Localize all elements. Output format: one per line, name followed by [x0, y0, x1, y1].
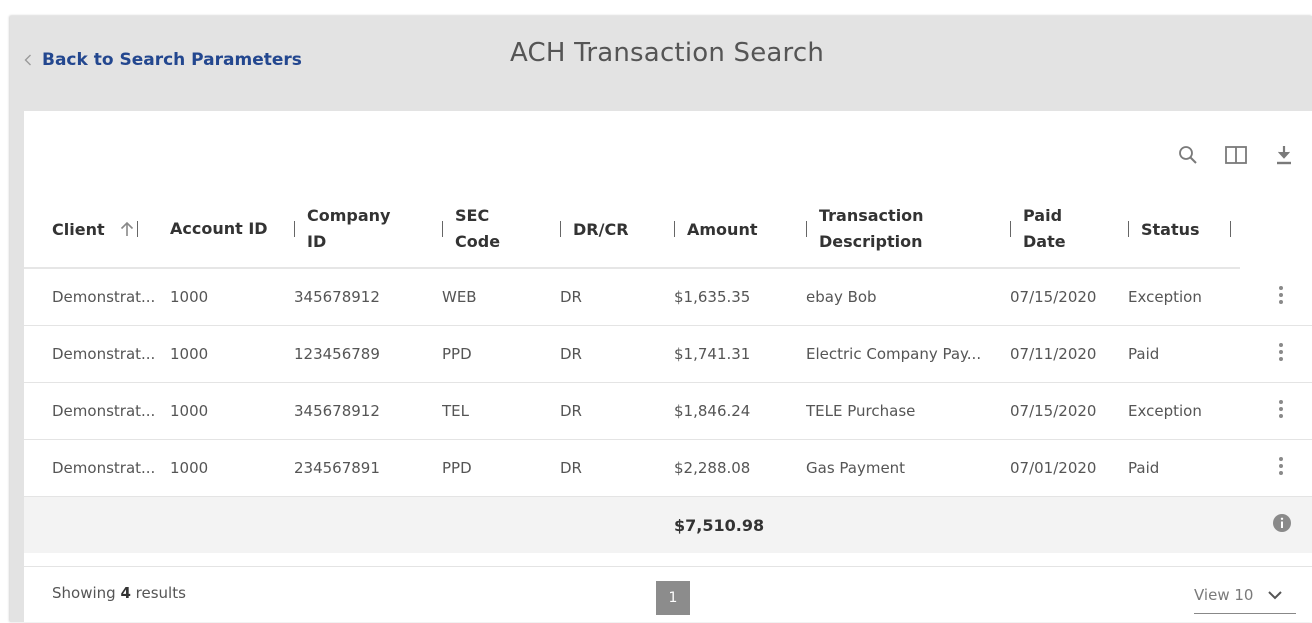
- cell-status: Exception: [1128, 382, 1240, 440]
- column-divider[interactable]: [674, 221, 675, 237]
- row-actions-button[interactable]: [1240, 382, 1312, 440]
- table-row[interactable]: Demonstrat... 1000 123456789 PPD DR $1,7…: [24, 325, 1312, 383]
- cell-status: Exception: [1128, 268, 1240, 326]
- cell-sec-code: PPD: [442, 325, 560, 383]
- cell-description: Electric Company Pay...: [806, 325, 1010, 383]
- cell-status: Paid: [1128, 439, 1240, 497]
- total-row: $7,510.98: [24, 496, 1312, 553]
- cell-company-id: 345678912: [294, 382, 442, 440]
- search-icon: [1179, 146, 1197, 164]
- cell-account-id: 1000: [170, 325, 294, 383]
- column-header-account-id[interactable]: Account ID: [170, 191, 294, 269]
- column-header-client[interactable]: Client: [24, 191, 170, 269]
- column-header-drcr[interactable]: DR/CR: [560, 191, 674, 269]
- table-row[interactable]: Demonstrat... 1000 345678912 WEB DR $1,6…: [24, 268, 1312, 326]
- cell-amount: $2,288.08: [674, 439, 806, 497]
- results-count: Showing 4 results: [52, 584, 186, 602]
- table-footer: Showing 4 results 1 View 10: [24, 566, 1312, 623]
- column-header-transaction-description[interactable]: Transaction Description: [806, 191, 1010, 269]
- cell-description: Gas Payment: [806, 439, 1010, 497]
- download-icon: [1277, 146, 1291, 165]
- column-header-company-id[interactable]: Company ID: [294, 191, 442, 269]
- cell-sec-code: TEL: [442, 382, 560, 440]
- column-divider[interactable]: [1128, 221, 1129, 237]
- cell-client: Demonstrat...: [24, 325, 170, 383]
- chevron-left-icon: [24, 54, 31, 66]
- page-size-label: View 10: [1194, 586, 1254, 604]
- column-divider[interactable]: [560, 221, 561, 237]
- cell-amount: $1,846.24: [674, 382, 806, 440]
- cell-description: ebay Bob: [806, 268, 1010, 326]
- cell-client: Demonstrat...: [24, 268, 170, 326]
- cell-amount: $1,635.35: [674, 268, 806, 326]
- cell-paid-date: 07/15/2020: [1010, 268, 1128, 326]
- back-link-label: Back to Search Parameters: [42, 50, 302, 70]
- kebab-menu-icon[interactable]: [1266, 284, 1296, 306]
- column-header-sec-code[interactable]: SEC Code: [442, 191, 560, 269]
- cell-description: TELE Purchase: [806, 382, 1010, 440]
- search-button[interactable]: [1174, 141, 1202, 169]
- cell-company-id: 123456789: [294, 325, 442, 383]
- cell-account-id: 1000: [170, 382, 294, 440]
- cell-account-id: 1000: [170, 439, 294, 497]
- columns-button[interactable]: [1222, 141, 1250, 169]
- row-actions-button[interactable]: [1240, 325, 1312, 383]
- total-info-button[interactable]: [1240, 496, 1312, 553]
- column-divider[interactable]: [442, 221, 443, 237]
- cell-paid-date: 07/11/2020: [1010, 325, 1128, 383]
- columns-icon: [1225, 146, 1247, 164]
- table-toolbar: [1174, 141, 1298, 169]
- cell-drcr: DR: [560, 439, 674, 497]
- cell-amount: $1,741.31: [674, 325, 806, 383]
- cell-status: Paid: [1128, 325, 1240, 383]
- table-row[interactable]: Demonstrat... 1000 345678912 TEL DR $1,8…: [24, 382, 1312, 440]
- results-card: Client Account ID Company ID SEC Code DR…: [24, 111, 1312, 622]
- cell-client: Demonstrat...: [24, 439, 170, 497]
- cell-paid-date: 07/15/2020: [1010, 382, 1128, 440]
- info-icon[interactable]: [1272, 513, 1292, 533]
- column-divider[interactable]: [136, 221, 138, 237]
- kebab-menu-icon[interactable]: [1266, 455, 1296, 477]
- cell-drcr: DR: [560, 382, 674, 440]
- results-count-number: 4: [120, 584, 131, 602]
- row-actions-button[interactable]: [1240, 268, 1312, 326]
- column-divider[interactable]: [806, 221, 807, 237]
- cell-drcr: DR: [560, 268, 674, 326]
- kebab-menu-icon[interactable]: [1266, 341, 1296, 363]
- transactions-table: Client Account ID Company ID SEC Code DR…: [24, 191, 1312, 553]
- cell-client: Demonstrat...: [24, 382, 170, 440]
- page-button-current[interactable]: 1: [656, 581, 690, 615]
- table-row[interactable]: Demonstrat... 1000 234567891 PPD DR $2,2…: [24, 439, 1312, 497]
- page-title: ACH Transaction Search: [510, 38, 825, 68]
- table-header-row: Client Account ID Company ID SEC Code DR…: [24, 191, 1312, 269]
- cell-sec-code: WEB: [442, 268, 560, 326]
- page-size-select[interactable]: View 10: [1194, 577, 1296, 614]
- search-results-panel: Back to Search Parameters ACH Transactio…: [10, 16, 1312, 622]
- column-divider[interactable]: [1010, 221, 1011, 237]
- kebab-menu-icon[interactable]: [1266, 398, 1296, 420]
- panel-header: Back to Search Parameters ACH Transactio…: [10, 16, 1312, 111]
- column-divider[interactable]: [1229, 221, 1231, 237]
- download-button[interactable]: [1270, 141, 1298, 169]
- column-header-actions: [1240, 191, 1312, 268]
- cell-paid-date: 07/01/2020: [1010, 439, 1128, 497]
- chevron-down-icon: [1268, 591, 1283, 600]
- cell-company-id: 345678912: [294, 268, 442, 326]
- back-to-search-link[interactable]: Back to Search Parameters: [24, 50, 302, 70]
- cell-sec-code: PPD: [442, 439, 560, 497]
- sort-ascending-icon[interactable]: [119, 220, 135, 238]
- column-header-status[interactable]: Status: [1128, 191, 1240, 269]
- column-divider[interactable]: [294, 221, 295, 237]
- column-header-amount[interactable]: Amount: [674, 191, 806, 269]
- page: Back to Search Parameters ACH Transactio…: [0, 0, 1312, 622]
- row-actions-button[interactable]: [1240, 439, 1312, 497]
- column-header-paid-date[interactable]: Paid Date: [1010, 191, 1128, 269]
- total-amount: $7,510.98: [674, 496, 806, 553]
- cell-company-id: 234567891: [294, 439, 442, 497]
- cell-account-id: 1000: [170, 268, 294, 326]
- cell-drcr: DR: [560, 325, 674, 383]
